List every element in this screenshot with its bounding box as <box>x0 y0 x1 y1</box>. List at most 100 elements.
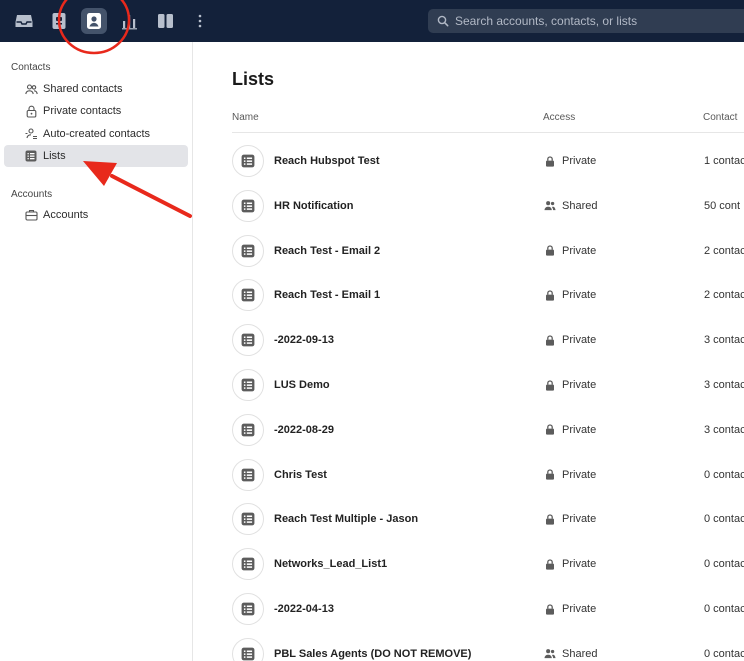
sidebar-item-shared-contacts[interactable]: Shared contacts <box>4 78 188 100</box>
access-label: Private <box>562 603 597 615</box>
search-input[interactable]: Search accounts, contacts, or lists <box>428 9 744 33</box>
access-label: Private <box>562 289 597 302</box>
column-header-contacts[interactable]: Contact <box>703 112 737 123</box>
list-name[interactable]: Networks_Lead_List1 <box>274 558 387 570</box>
contacts-book-icon[interactable] <box>48 10 70 32</box>
access-label: Private <box>562 513 597 526</box>
list-access: Private <box>544 379 596 391</box>
list-name[interactable]: PBL Sales Agents (DO NOT REMOVE) <box>274 648 471 660</box>
list-icon <box>232 413 264 446</box>
column-header-access[interactable]: Access <box>543 112 575 123</box>
shared-people-icon <box>544 648 556 660</box>
list-name[interactable]: Reach Hubspot Test <box>274 155 380 167</box>
contact-card-icon[interactable] <box>81 8 107 34</box>
contact-count: 0 contac <box>704 647 744 660</box>
access-label: Private <box>562 423 597 436</box>
table-row[interactable]: Reach Test - Email 2 Private 2 contac <box>232 229 744 273</box>
table-row[interactable]: LUS Demo Private 3 contac <box>232 363 744 407</box>
list-name[interactable]: -2022-09-13 <box>274 334 334 346</box>
table-row[interactable]: Reach Test - Email 1 Private 2 contac <box>232 273 744 317</box>
contact-count: 0 contac <box>704 513 744 526</box>
search-placeholder: Search accounts, contacts, or lists <box>455 14 638 28</box>
bar-chart-icon[interactable] <box>119 10 141 32</box>
table-row[interactable]: -2022-08-29 Private 3 contac <box>232 408 744 452</box>
list-name[interactable]: Reach Test Multiple - Jason <box>274 513 418 525</box>
access-label: Private <box>562 468 597 481</box>
contact-count: 0 contac <box>704 558 744 571</box>
sidebar-item-accounts[interactable]: Accounts <box>4 204 188 226</box>
table-row[interactable]: PBL Sales Agents (DO NOT REMOVE) Shared 0 … <box>232 632 744 661</box>
contact-count: 3 contac <box>704 379 744 391</box>
list-icon <box>232 279 264 312</box>
lock-icon <box>544 513 556 525</box>
people-icon <box>24 82 38 96</box>
list-icon <box>232 145 264 177</box>
sidebar-item-label: Lists <box>43 150 66 162</box>
list-access: Private <box>544 155 596 167</box>
column-header-name[interactable]: Name <box>232 112 259 123</box>
list-name[interactable]: -2022-08-29 <box>274 424 334 436</box>
contact-count: 50 cont <box>704 199 741 212</box>
list-icon <box>232 593 264 625</box>
contact-count: 3 contac <box>704 334 744 347</box>
header-divider <box>232 132 744 133</box>
sidebar-item-label: Shared contacts <box>43 83 123 95</box>
sidebar-item-lists[interactable]: Lists <box>4 145 188 167</box>
lock-icon <box>24 104 38 118</box>
table-row[interactable]: Reach Hubspot Test Private 1 contac <box>232 139 744 183</box>
access-label: Private <box>562 244 597 257</box>
more-vertical-icon[interactable] <box>189 10 211 32</box>
lock-icon <box>544 603 556 615</box>
contact-count: 0 contac <box>704 603 744 615</box>
list-name[interactable]: -2022-04-13 <box>274 603 334 615</box>
access-label: Shared <box>562 199 598 212</box>
sidebar-item-label: Private contacts <box>43 105 122 117</box>
access-label: Private <box>562 558 597 571</box>
list-icon <box>232 637 264 661</box>
list-icon <box>24 149 38 163</box>
access-label: Shared <box>562 647 598 660</box>
list-access: Shared <box>544 648 597 660</box>
list-name[interactable]: Reach Test - Email 1 <box>274 289 380 301</box>
lock-icon <box>544 155 556 167</box>
list-access: Shared <box>544 200 597 212</box>
top-navigation-bar: Search accounts, contacts, or lists <box>0 0 744 42</box>
table-row[interactable]: HR Notification Shared 50 cont <box>232 184 744 228</box>
table-row[interactable]: Reach Test Multiple - Jason Private 0 cont… <box>232 497 744 541</box>
sidebar-section-contacts: Contacts <box>11 62 51 73</box>
list-access: Private <box>544 289 596 301</box>
access-label: Private <box>562 334 597 347</box>
lock-icon <box>544 334 556 346</box>
list-icon <box>232 369 264 401</box>
list-name[interactable]: Chris Test <box>274 469 327 481</box>
page-title: Lists <box>232 69 275 89</box>
list-name[interactable]: HR Notification <box>274 200 353 212</box>
list-access: Private <box>544 334 596 346</box>
access-label: Private <box>562 155 597 167</box>
shared-people-icon <box>544 200 556 212</box>
briefcase-icon <box>24 208 38 222</box>
lock-icon <box>544 424 556 436</box>
list-name[interactable]: Reach Test - Email 2 <box>274 245 380 257</box>
table-row[interactable]: -2022-04-13 Private 0 contac <box>232 587 744 631</box>
list-icon <box>232 189 264 222</box>
lock-icon <box>544 379 556 391</box>
search-icon <box>437 14 449 32</box>
contact-count: 2 contac <box>704 289 744 302</box>
contact-count: 3 contac <box>704 423 744 436</box>
contact-count: 0 contac <box>704 468 744 481</box>
table-row[interactable]: Chris Test Private 0 contac <box>232 453 744 497</box>
list-access: Private <box>544 245 596 257</box>
auto-people-icon <box>24 127 38 141</box>
table-row[interactable]: -2022-09-13 Private 3 contac <box>232 318 744 362</box>
list-icon <box>232 548 264 581</box>
table-row[interactable]: Networks_Lead_List1 Private 0 contac <box>232 542 744 586</box>
list-access: Private <box>544 603 596 615</box>
columns-icon[interactable] <box>154 10 176 32</box>
lock-icon <box>544 289 556 301</box>
list-name[interactable]: LUS Demo <box>274 379 330 391</box>
sidebar-item-label: Auto-created contacts <box>43 128 151 140</box>
inbox-icon[interactable] <box>13 10 35 32</box>
sidebar-item-auto-created-contacts[interactable]: Auto-created contacts <box>4 123 188 145</box>
sidebar-item-private-contacts[interactable]: Private contacts <box>4 100 188 122</box>
